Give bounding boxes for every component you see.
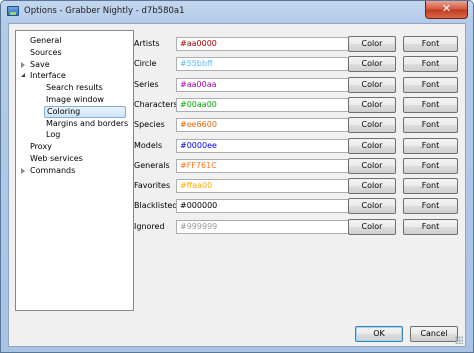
color-picker-button[interactable]: Color (348, 56, 396, 73)
color-value-field[interactable]: #aa00aa (176, 77, 351, 92)
color-picker-button[interactable]: Color (348, 36, 396, 52)
color-picker-button[interactable]: Color (348, 96, 396, 113)
color-value-field[interactable]: #00aa00 (176, 97, 351, 112)
window-title: Options - Grabber Nightly - d7b580a1 (24, 6, 185, 16)
tree-item-interface[interactable]: Interface (28, 70, 68, 82)
tree-item-log[interactable]: Log (44, 129, 62, 141)
color-picker-button[interactable]: Color (348, 137, 396, 154)
font-picker-button[interactable]: Font (403, 137, 458, 154)
app-icon (7, 6, 19, 16)
font-picker-button[interactable]: Font (403, 96, 458, 113)
coloring-label: Series (134, 79, 159, 89)
font-picker-button[interactable]: Font (403, 178, 458, 195)
tree-item-commands[interactable]: Commands (28, 165, 77, 177)
coloring-label: Characters (134, 99, 178, 109)
tree-expander-icon[interactable] (21, 167, 25, 174)
tree-item-image-window[interactable]: Image window (44, 94, 106, 106)
tree-item-coloring[interactable]: Coloring (44, 105, 126, 118)
tree-expander-icon[interactable] (21, 61, 25, 68)
options-window: Options - Grabber Nightly - d7b580a1 ✕ G… (0, 0, 474, 353)
cancel-button[interactable]: Cancel (410, 326, 458, 342)
coloring-label: Species (134, 120, 165, 130)
color-picker-button[interactable]: Color (348, 198, 396, 215)
close-button[interactable]: ✕ (425, 1, 468, 19)
tree-item-save[interactable]: Save (28, 59, 52, 71)
font-picker-button[interactable]: Font (403, 76, 458, 93)
tree-item-margins-and-borders[interactable]: Margins and borders (44, 118, 130, 130)
color-picker-button[interactable]: Color (348, 178, 396, 195)
tree-item-web-services[interactable]: Web services (28, 153, 85, 165)
color-picker-button[interactable]: Color (348, 218, 396, 235)
coloring-label: Models (134, 140, 163, 150)
tree-item-search-results[interactable]: Search results (44, 82, 105, 94)
font-picker-button[interactable]: Font (403, 36, 458, 52)
coloring-label: Generals (134, 160, 170, 170)
color-picker-button[interactable]: Color (348, 76, 396, 93)
tree-item-proxy[interactable]: Proxy (28, 141, 54, 153)
font-picker-button[interactable]: Font (403, 56, 458, 73)
coloring-label: Circle (134, 59, 157, 69)
color-value-field[interactable]: #0000ee (176, 138, 351, 153)
tree-item-general[interactable]: General (28, 35, 64, 47)
color-value-field[interactable]: #ffaa00 (176, 179, 351, 194)
tree-item-sources[interactable]: Sources (28, 47, 64, 59)
close-icon: ✕ (441, 2, 452, 15)
color-picker-button[interactable]: Color (348, 117, 396, 134)
color-value-field[interactable]: #aa0000 (176, 37, 351, 51)
coloring-label: Ignored (134, 221, 165, 231)
font-picker-button[interactable]: Font (403, 157, 458, 174)
color-value-field[interactable]: #55bbff (176, 57, 351, 72)
coloring-label: Artists (134, 39, 160, 48)
settings-tree[interactable]: General Sources Save Interface Search result… (15, 30, 134, 311)
title-bar[interactable]: Options - Grabber Nightly - d7b580a1 ✕ (1, 1, 473, 23)
resize-grip[interactable] (455, 336, 463, 344)
color-picker-button[interactable]: Color (348, 157, 396, 174)
dialog-body: General Sources Save Interface Search result… (8, 23, 466, 347)
color-value-field[interactable]: #FF761C (176, 158, 351, 173)
color-value-field[interactable]: #000000 (176, 199, 351, 214)
font-picker-button[interactable]: Font (403, 218, 458, 235)
color-value-field[interactable]: #ee6600 (176, 118, 351, 133)
coloring-label: Favorites (134, 181, 171, 191)
color-value-field[interactable]: #999999 (176, 219, 351, 234)
ok-button[interactable]: OK (355, 326, 403, 342)
coloring-label: Blacklisted (134, 201, 178, 211)
font-picker-button[interactable]: Font (403, 198, 458, 215)
font-picker-button[interactable]: Font (403, 117, 458, 134)
tree-expander-icon[interactable] (21, 73, 25, 78)
